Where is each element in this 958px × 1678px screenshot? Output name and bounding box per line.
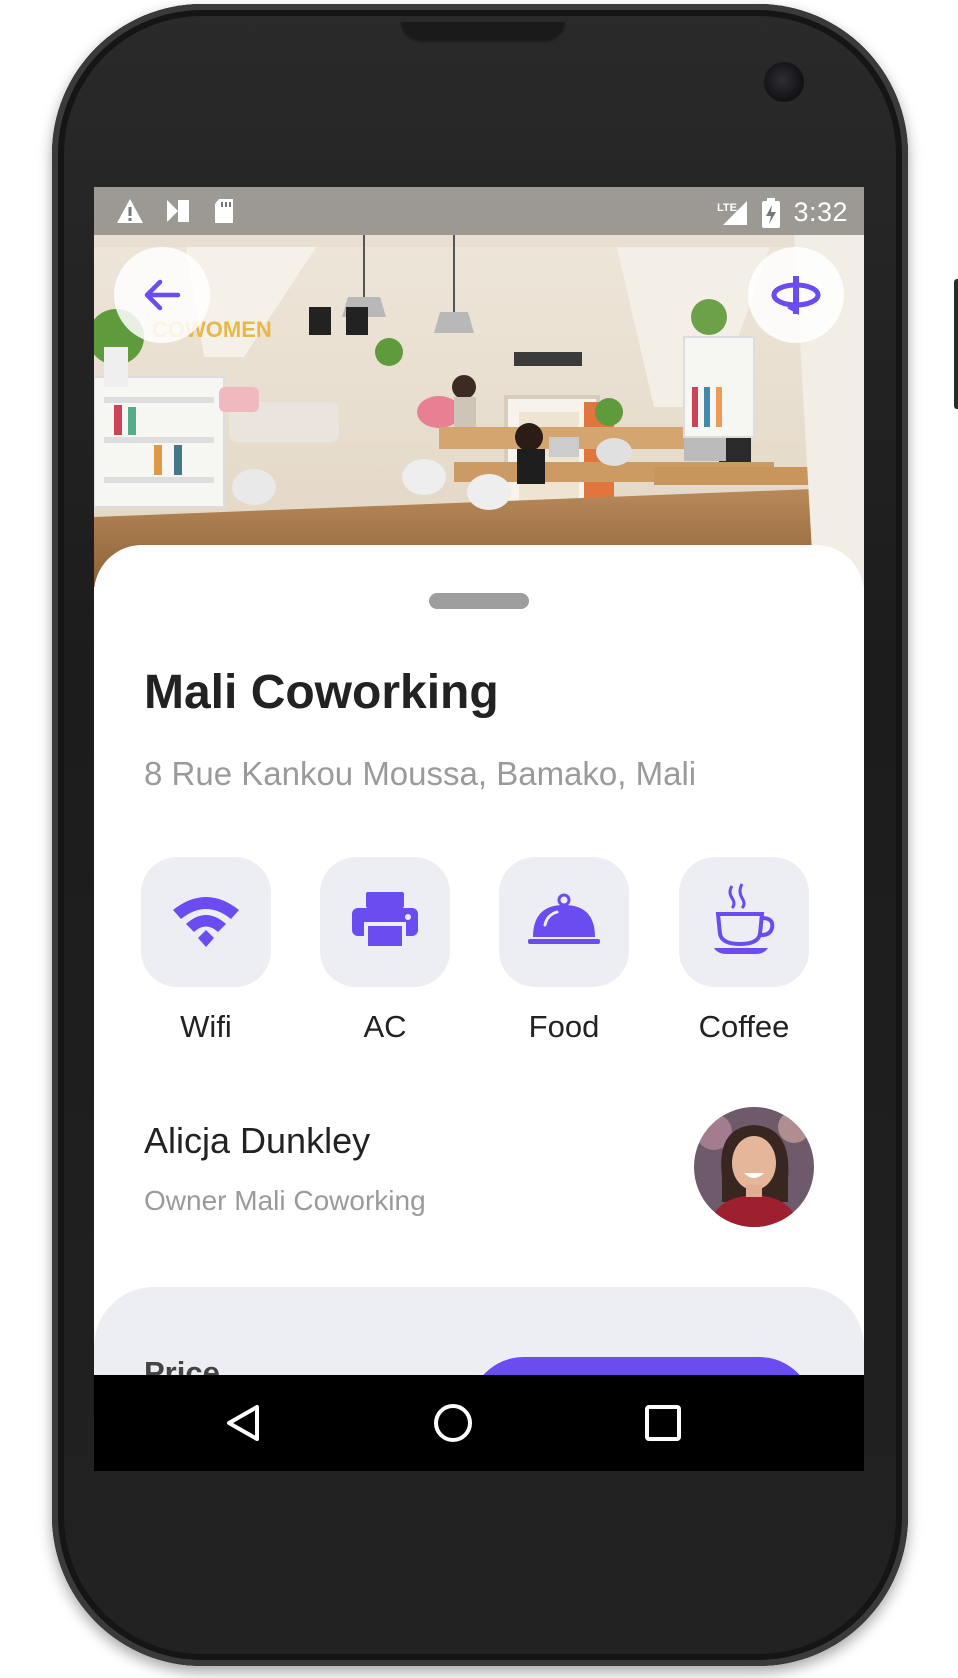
warning-icon bbox=[116, 197, 144, 225]
coffee-cup-icon bbox=[708, 882, 780, 963]
wifi-icon bbox=[170, 890, 242, 955]
details-sheet: Mali Coworking 8 Rue Kankou Moussa, Bama… bbox=[94, 545, 864, 1471]
amenity-tile[interactable] bbox=[499, 857, 629, 987]
venue-address: 8 Rue Kankou Moussa, Bamako, Mali bbox=[144, 755, 697, 792]
venue-title: Mali Coworking bbox=[144, 666, 499, 719]
amenity-food[interactable]: Food bbox=[499, 857, 629, 1045]
amenity-label: AC bbox=[363, 1009, 407, 1044]
app-screen: COWOMEN LTE 3:32 Mali Coworking 8 Rue Ka… bbox=[94, 187, 864, 1471]
amenity-tile[interactable] bbox=[141, 857, 271, 987]
amenity-ac[interactable]: AC bbox=[320, 857, 450, 1045]
battery-charging-icon bbox=[761, 197, 781, 228]
side-volume-button bbox=[954, 279, 958, 409]
amenity-wifi[interactable]: Wifi bbox=[141, 857, 271, 1045]
drag-handle[interactable] bbox=[429, 593, 529, 609]
owner-name: Alicja Dunkley bbox=[144, 1120, 371, 1161]
earpiece-speaker bbox=[400, 22, 566, 44]
front-camera bbox=[764, 62, 804, 102]
sd-card-icon bbox=[212, 197, 236, 225]
amenity-coffee[interactable]: Coffee bbox=[679, 857, 809, 1045]
hero-photo: COWOMEN LTE 3:32 bbox=[94, 187, 864, 587]
printer-icon bbox=[350, 890, 420, 955]
back-button[interactable] bbox=[114, 247, 210, 343]
nav-recents-icon[interactable] bbox=[639, 1399, 687, 1447]
arrow-left-icon bbox=[140, 273, 184, 317]
amenity-label: Food bbox=[528, 1009, 600, 1044]
amenity-tile[interactable] bbox=[320, 857, 450, 987]
view-360-button[interactable] bbox=[748, 247, 844, 343]
nav-home-icon[interactable] bbox=[429, 1399, 477, 1447]
status-time: 3:32 bbox=[793, 197, 848, 227]
amenity-tile[interactable] bbox=[679, 857, 809, 987]
owner-role: Owner Mali Coworking bbox=[144, 1185, 426, 1216]
svg-text:LTE: LTE bbox=[717, 202, 737, 214]
nav-back-icon[interactable] bbox=[219, 1399, 267, 1447]
rotate-360-icon bbox=[769, 268, 823, 322]
amenity-label: Coffee bbox=[698, 1009, 790, 1044]
lte-signal-icon: LTE bbox=[717, 199, 749, 227]
status-bar: LTE 3:32 bbox=[94, 187, 864, 235]
nfc-icon bbox=[164, 197, 192, 225]
owner-avatar[interactable] bbox=[694, 1107, 814, 1227]
cloche-icon bbox=[527, 893, 601, 952]
amenity-label: Wifi bbox=[180, 1009, 232, 1044]
system-nav-bar bbox=[94, 1375, 864, 1471]
